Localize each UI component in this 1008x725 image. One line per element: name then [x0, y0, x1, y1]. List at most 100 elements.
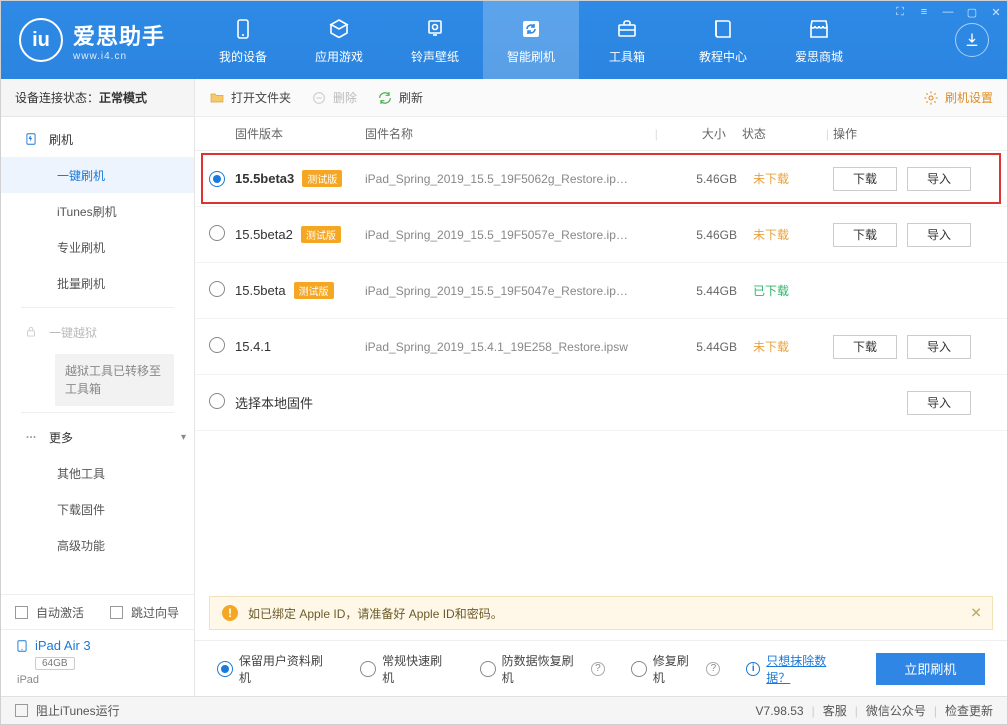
flash-options: 保留用户资料刷机 常规快速刷机 防数据恢复刷机? 修复刷机? i只想抹除数据？ … — [195, 640, 1007, 696]
sidebar-item-oneclick-flash[interactable]: 一键刷机 — [1, 157, 194, 193]
help-icon[interactable]: ? — [706, 662, 720, 676]
sidebar: 设备连接状态：正常模式 刷机 一键刷机 iTunes刷机 专业刷机 批量刷机 一… — [1, 79, 195, 696]
block-itunes-checkbox[interactable] — [15, 704, 28, 717]
sidebar-item-other-tools[interactable]: 其他工具 — [1, 455, 194, 491]
nav-tools[interactable]: 工具箱 — [579, 1, 675, 79]
sidebar-item-download-firmware[interactable]: 下载固件 — [1, 491, 194, 527]
refresh-button[interactable]: 刷新 — [377, 89, 423, 106]
toolbar: 打开文件夹 删除 刷新 刷机设置 — [195, 79, 1007, 117]
firmware-row: 15.5beta3测试版 iPad_Spring_2019_15.5_19F50… — [195, 151, 1007, 207]
table-header: 固件版本 固件名称 | 大小 状态 | 操作 — [195, 117, 1007, 151]
sidebar-item-advanced[interactable]: 高级功能 — [1, 527, 194, 563]
maximize-icon[interactable]: ▢ — [965, 5, 979, 19]
open-folder-button[interactable]: 打开文件夹 — [209, 89, 291, 106]
nav-store[interactable]: 爱思商城 — [771, 1, 867, 79]
refresh-icon — [518, 16, 544, 42]
device-card[interactable]: iPad Air 3 64GB iPad — [1, 629, 194, 696]
book-icon — [710, 16, 736, 42]
import-button[interactable]: 导入 — [907, 223, 971, 247]
auto-activate-label: 自动激活 — [36, 604, 84, 621]
start-flash-button[interactable]: 立即刷机 — [876, 653, 985, 685]
brand-url: www.i4.cn — [73, 51, 165, 62]
firmware-status: 已下载 — [753, 282, 833, 299]
brand-logo: iu 爱思助手 www.i4.cn — [1, 18, 195, 62]
option-repair[interactable]: 修复刷机? — [631, 652, 720, 686]
jailbreak-moved-notice[interactable]: 越狱工具已转移至工具箱 — [55, 354, 174, 406]
firmware-radio[interactable] — [209, 171, 225, 187]
flash-icon — [23, 131, 39, 147]
firmware-size: 5.44GB — [673, 340, 753, 354]
brand-name: 爱思助手 — [73, 19, 165, 51]
firmware-radio[interactable] — [209, 337, 225, 353]
more-icon — [23, 429, 39, 445]
download-button[interactable]: 下载 — [833, 167, 897, 191]
import-button[interactable]: 导入 — [907, 391, 971, 415]
firmware-status: 未下载 — [753, 170, 833, 187]
chevron-down-icon: ▾ — [181, 432, 186, 443]
beta-tag: 测试版 — [294, 282, 334, 299]
delete-button: 删除 — [311, 89, 357, 106]
auto-activate-checkbox[interactable] — [15, 606, 28, 619]
music-icon — [422, 16, 448, 42]
beta-tag: 测试版 — [302, 170, 342, 187]
wipe-data-link[interactable]: i只想抹除数据？ — [746, 652, 849, 686]
firmware-radio[interactable] — [209, 393, 225, 409]
close-icon[interactable]: ✕ — [989, 5, 1003, 19]
firmware-filename: iPad_Spring_2019_15.5_19F5057e_Restore.i… — [365, 228, 673, 242]
sidebar-item-pro-flash[interactable]: 专业刷机 — [1, 229, 194, 265]
firmware-row: 15.4.1 iPad_Spring_2019_15.4.1_19E258_Re… — [195, 319, 1007, 375]
local-firmware-row: 选择本地固件 导入 — [195, 375, 1007, 431]
option-normal[interactable]: 常规快速刷机 — [360, 652, 453, 686]
nav-apps[interactable]: 应用游戏 — [291, 1, 387, 79]
beta-tag: 测试版 — [301, 226, 341, 243]
block-itunes-label: 阻止iTunes运行 — [36, 702, 120, 719]
footer: 阻止iTunes运行 V7.98.53 | 客服 | 微信公众号 | 检查更新 — [1, 696, 1007, 724]
skip-wizard-checkbox[interactable] — [110, 606, 123, 619]
list-icon[interactable]: ≡ — [917, 5, 931, 19]
logo-icon: iu — [19, 18, 63, 62]
close-notice-icon[interactable]: ✕ — [970, 605, 982, 622]
sidebar-item-itunes-flash[interactable]: iTunes刷机 — [1, 193, 194, 229]
wechat-link[interactable]: 微信公众号 — [866, 702, 926, 719]
nav-tutorial[interactable]: 教程中心 — [675, 1, 771, 79]
option-keep-data[interactable]: 保留用户资料刷机 — [217, 652, 334, 686]
briefcase-icon — [614, 16, 640, 42]
sidebar-item-jailbreak: 一键越狱 — [1, 314, 194, 350]
nav-device[interactable]: 我的设备 — [195, 1, 291, 79]
apps-icon — [326, 16, 352, 42]
minimize-icon[interactable]: — — [941, 5, 955, 19]
download-indicator-icon[interactable] — [955, 23, 989, 57]
support-link[interactable]: 客服 — [823, 702, 847, 719]
header: iu 爱思助手 www.i4.cn 我的设备应用游戏铃声壁纸智能刷机工具箱教程中… — [1, 1, 1007, 79]
sidebar-item-flash[interactable]: 刷机 — [1, 121, 194, 157]
lock-icon — [23, 324, 39, 340]
sidebar-item-more[interactable]: 更多 ▾ — [1, 419, 194, 455]
import-button[interactable]: 导入 — [907, 167, 971, 191]
delete-icon — [311, 90, 327, 106]
warning-icon: ! — [222, 605, 238, 621]
help-icon[interactable]: ? — [591, 662, 605, 676]
flash-settings-button[interactable]: 刷机设置 — [923, 89, 993, 106]
device-type: iPad — [17, 674, 180, 686]
option-anti-loss[interactable]: 防数据恢复刷机? — [480, 652, 605, 686]
app-version: V7.98.53 — [756, 704, 804, 718]
firmware-filename: iPad_Spring_2019_15.5_19F5047e_Restore.i… — [365, 284, 673, 298]
device-capacity: 64GB — [35, 657, 75, 670]
sidebar-item-batch-flash[interactable]: 批量刷机 — [1, 265, 194, 301]
menu-icon[interactable]: ⛶ — [893, 5, 907, 19]
nav-flash[interactable]: 智能刷机 — [483, 1, 579, 79]
gear-icon — [923, 90, 939, 106]
download-button[interactable]: 下载 — [833, 335, 897, 359]
folder-icon — [209, 90, 225, 106]
firmware-row: 15.5beta测试版 iPad_Spring_2019_15.5_19F504… — [195, 263, 1007, 319]
download-button[interactable]: 下载 — [833, 223, 897, 247]
import-button[interactable]: 导入 — [907, 335, 971, 359]
firmware-radio[interactable] — [209, 281, 225, 297]
firmware-radio[interactable] — [209, 225, 225, 241]
info-icon: i — [746, 662, 760, 676]
nav-ring[interactable]: 铃声壁纸 — [387, 1, 483, 79]
firmware-status: 未下载 — [753, 338, 833, 355]
firmware-size: 5.44GB — [673, 284, 753, 298]
check-update-link[interactable]: 检查更新 — [945, 702, 993, 719]
firmware-filename: iPad_Spring_2019_15.4.1_19E258_Restore.i… — [365, 340, 673, 354]
